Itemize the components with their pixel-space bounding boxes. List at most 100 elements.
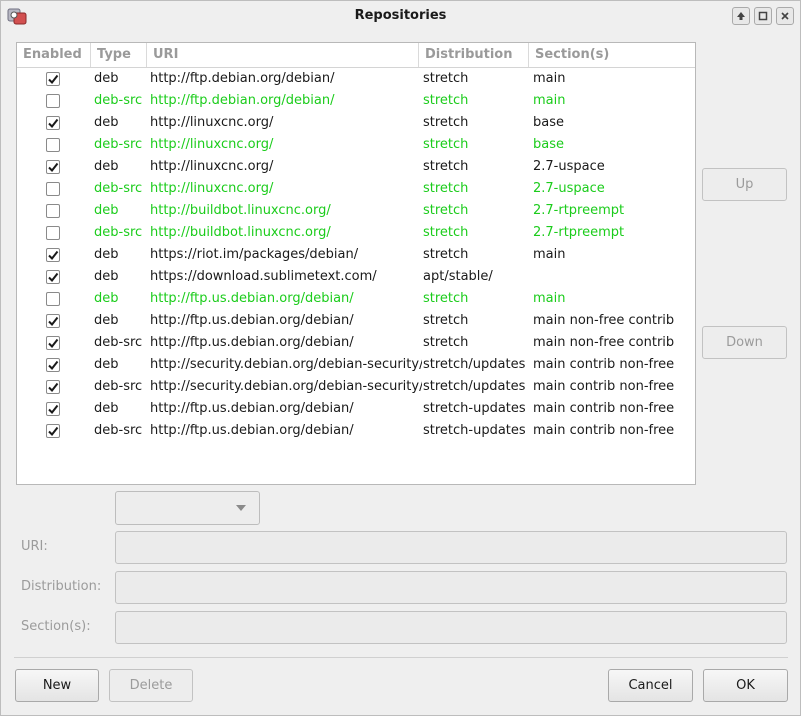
table-row[interactable]: deb http://ftp.us.debian.org/debian/stret… [17,310,695,332]
checkmark-icon [48,272,59,283]
row-uri: http://ftp.debian.org/debian/ [150,71,335,86]
ok-button[interactable]: OK [703,669,788,702]
row-uri: https://riot.im/packages/debian/ [150,247,359,262]
row-uri: https://download.sublimetext.com/ [150,269,377,284]
column-header-type[interactable]: Type [91,43,147,67]
maximize-button[interactable] [754,7,772,25]
table-row[interactable]: deb http://linuxcnc.org/stretch 2.7-uspace [17,156,695,178]
chevron-down-icon [236,505,246,511]
new-button[interactable]: New [15,669,99,702]
down-button[interactable]: Down [702,326,787,359]
row-sections: main contrib non-free [533,423,675,438]
table-row[interactable]: deb http://buildbot.linuxcnc.org/stretch 2… [17,200,695,222]
row-sections: main [533,291,566,306]
keep-above-button[interactable] [732,7,750,25]
enabled-checkbox[interactable] [46,358,60,372]
row-type: deb [94,159,119,174]
enabled-checkbox[interactable] [46,336,60,350]
table-row[interactable]: deb-src http://linuxcnc.org/stretch base [17,134,695,156]
enabled-checkbox[interactable] [46,248,60,262]
row-type: deb [94,269,119,284]
enabled-checkbox[interactable] [46,226,60,240]
enabled-checkbox[interactable] [46,380,60,394]
enabled-checkbox[interactable] [46,72,60,86]
enabled-checkbox[interactable] [46,270,60,284]
distribution-field[interactable] [115,571,787,604]
table-row[interactable]: deb https://download.sublimetext.com/apt/… [17,266,695,288]
row-distribution: apt/stable/ [423,269,493,284]
sections-label: Section(s): [21,619,91,634]
column-header-enabled[interactable]: Enabled [17,43,91,67]
column-header-sections[interactable]: Section(s) [529,43,695,67]
row-uri: http://linuxcnc.org/ [150,137,274,152]
row-uri: http://ftp.us.debian.org/debian/ [150,335,354,350]
row-type: deb-src [94,225,143,240]
enabled-checkbox[interactable] [46,292,60,306]
cancel-button[interactable]: Cancel [608,669,693,702]
table-row[interactable]: deb-src http://linuxcnc.org/stretch 2.7-us… [17,178,695,200]
arrow-up-icon [737,12,745,20]
enabled-checkbox[interactable] [46,94,60,108]
checkmark-icon [48,162,59,173]
type-dropdown[interactable] [115,491,260,525]
row-sections: 2.7-rtpreempt [533,203,625,218]
row-type: deb [94,291,119,306]
table-row[interactable]: deb-src http://ftp.debian.org/debian/stre… [17,90,695,112]
row-distribution: stretch [423,335,469,350]
enabled-checkbox[interactable] [46,182,60,196]
row-type: deb [94,247,119,262]
row-uri: http://linuxcnc.org/ [150,181,274,196]
column-header-distribution[interactable]: Distribution [419,43,529,67]
table-row[interactable]: deb http://ftp.debian.org/debian/stretch m… [17,68,695,90]
table-row[interactable]: deb https://riot.im/packages/debian/stret… [17,244,695,266]
close-icon [781,12,789,20]
row-type: deb [94,203,119,218]
table-row[interactable]: deb-src http://buildbot.linuxcnc.org/stre… [17,222,695,244]
up-button[interactable]: Up [702,168,787,201]
enabled-checkbox[interactable] [46,160,60,174]
row-uri: http://ftp.us.debian.org/debian/ [150,423,354,438]
row-sections: main [533,71,566,86]
repositories-table[interactable]: Enabled Type URI Distribution Section(s)… [16,42,696,485]
column-header-uri[interactable]: URI [147,43,419,67]
row-sections: base [533,137,564,152]
row-sections: main [533,93,566,108]
repositories-window: Repositories Enabled Type URI Distributi… [0,0,801,716]
enabled-checkbox[interactable] [46,424,60,438]
row-sections: 2.7-rtpreempt [533,225,625,240]
table-row[interactable]: deb-src http://ftp.us.debian.org/debian/s… [17,420,695,442]
row-sections: main [533,247,566,262]
enabled-checkbox[interactable] [46,204,60,218]
sections-field[interactable] [115,611,787,644]
row-uri: http://buildbot.linuxcnc.org/ [150,203,331,218]
row-sections: 2.7-uspace [533,181,605,196]
checkmark-icon [48,316,59,327]
row-uri: http://security.debian.org/debian-securi… [150,379,422,394]
delete-button[interactable]: Delete [109,669,193,702]
enabled-checkbox[interactable] [46,138,60,152]
row-distribution: stretch-updates [423,423,526,438]
table-header: Enabled Type URI Distribution Section(s) [17,43,695,68]
checkmark-icon [48,118,59,129]
enabled-checkbox[interactable] [46,116,60,130]
row-distribution: stretch [423,247,469,262]
row-type: deb-src [94,379,143,394]
uri-field[interactable] [115,531,787,564]
uri-label: URI: [21,539,48,554]
table-row[interactable]: deb-src http://security.debian.org/debian… [17,376,695,398]
enabled-checkbox[interactable] [46,314,60,328]
table-row[interactable]: deb-src http://ftp.us.debian.org/debian/s… [17,332,695,354]
table-row[interactable]: deb http://ftp.us.debian.org/debian/stret… [17,398,695,420]
row-uri: http://security.debian.org/debian-securi… [150,357,422,372]
row-type: deb [94,313,119,328]
checkmark-icon [48,382,59,393]
table-row[interactable]: deb http://security.debian.org/debian-sec… [17,354,695,376]
row-uri: http://ftp.us.debian.org/debian/ [150,313,354,328]
table-row[interactable]: deb http://linuxcnc.org/stretch base [17,112,695,134]
maximize-icon [758,11,768,21]
row-sections: main contrib non-free [533,401,675,416]
row-type: deb [94,115,119,130]
enabled-checkbox[interactable] [46,402,60,416]
table-row[interactable]: deb http://ftp.us.debian.org/debian/stret… [17,288,695,310]
close-button[interactable] [776,7,794,25]
